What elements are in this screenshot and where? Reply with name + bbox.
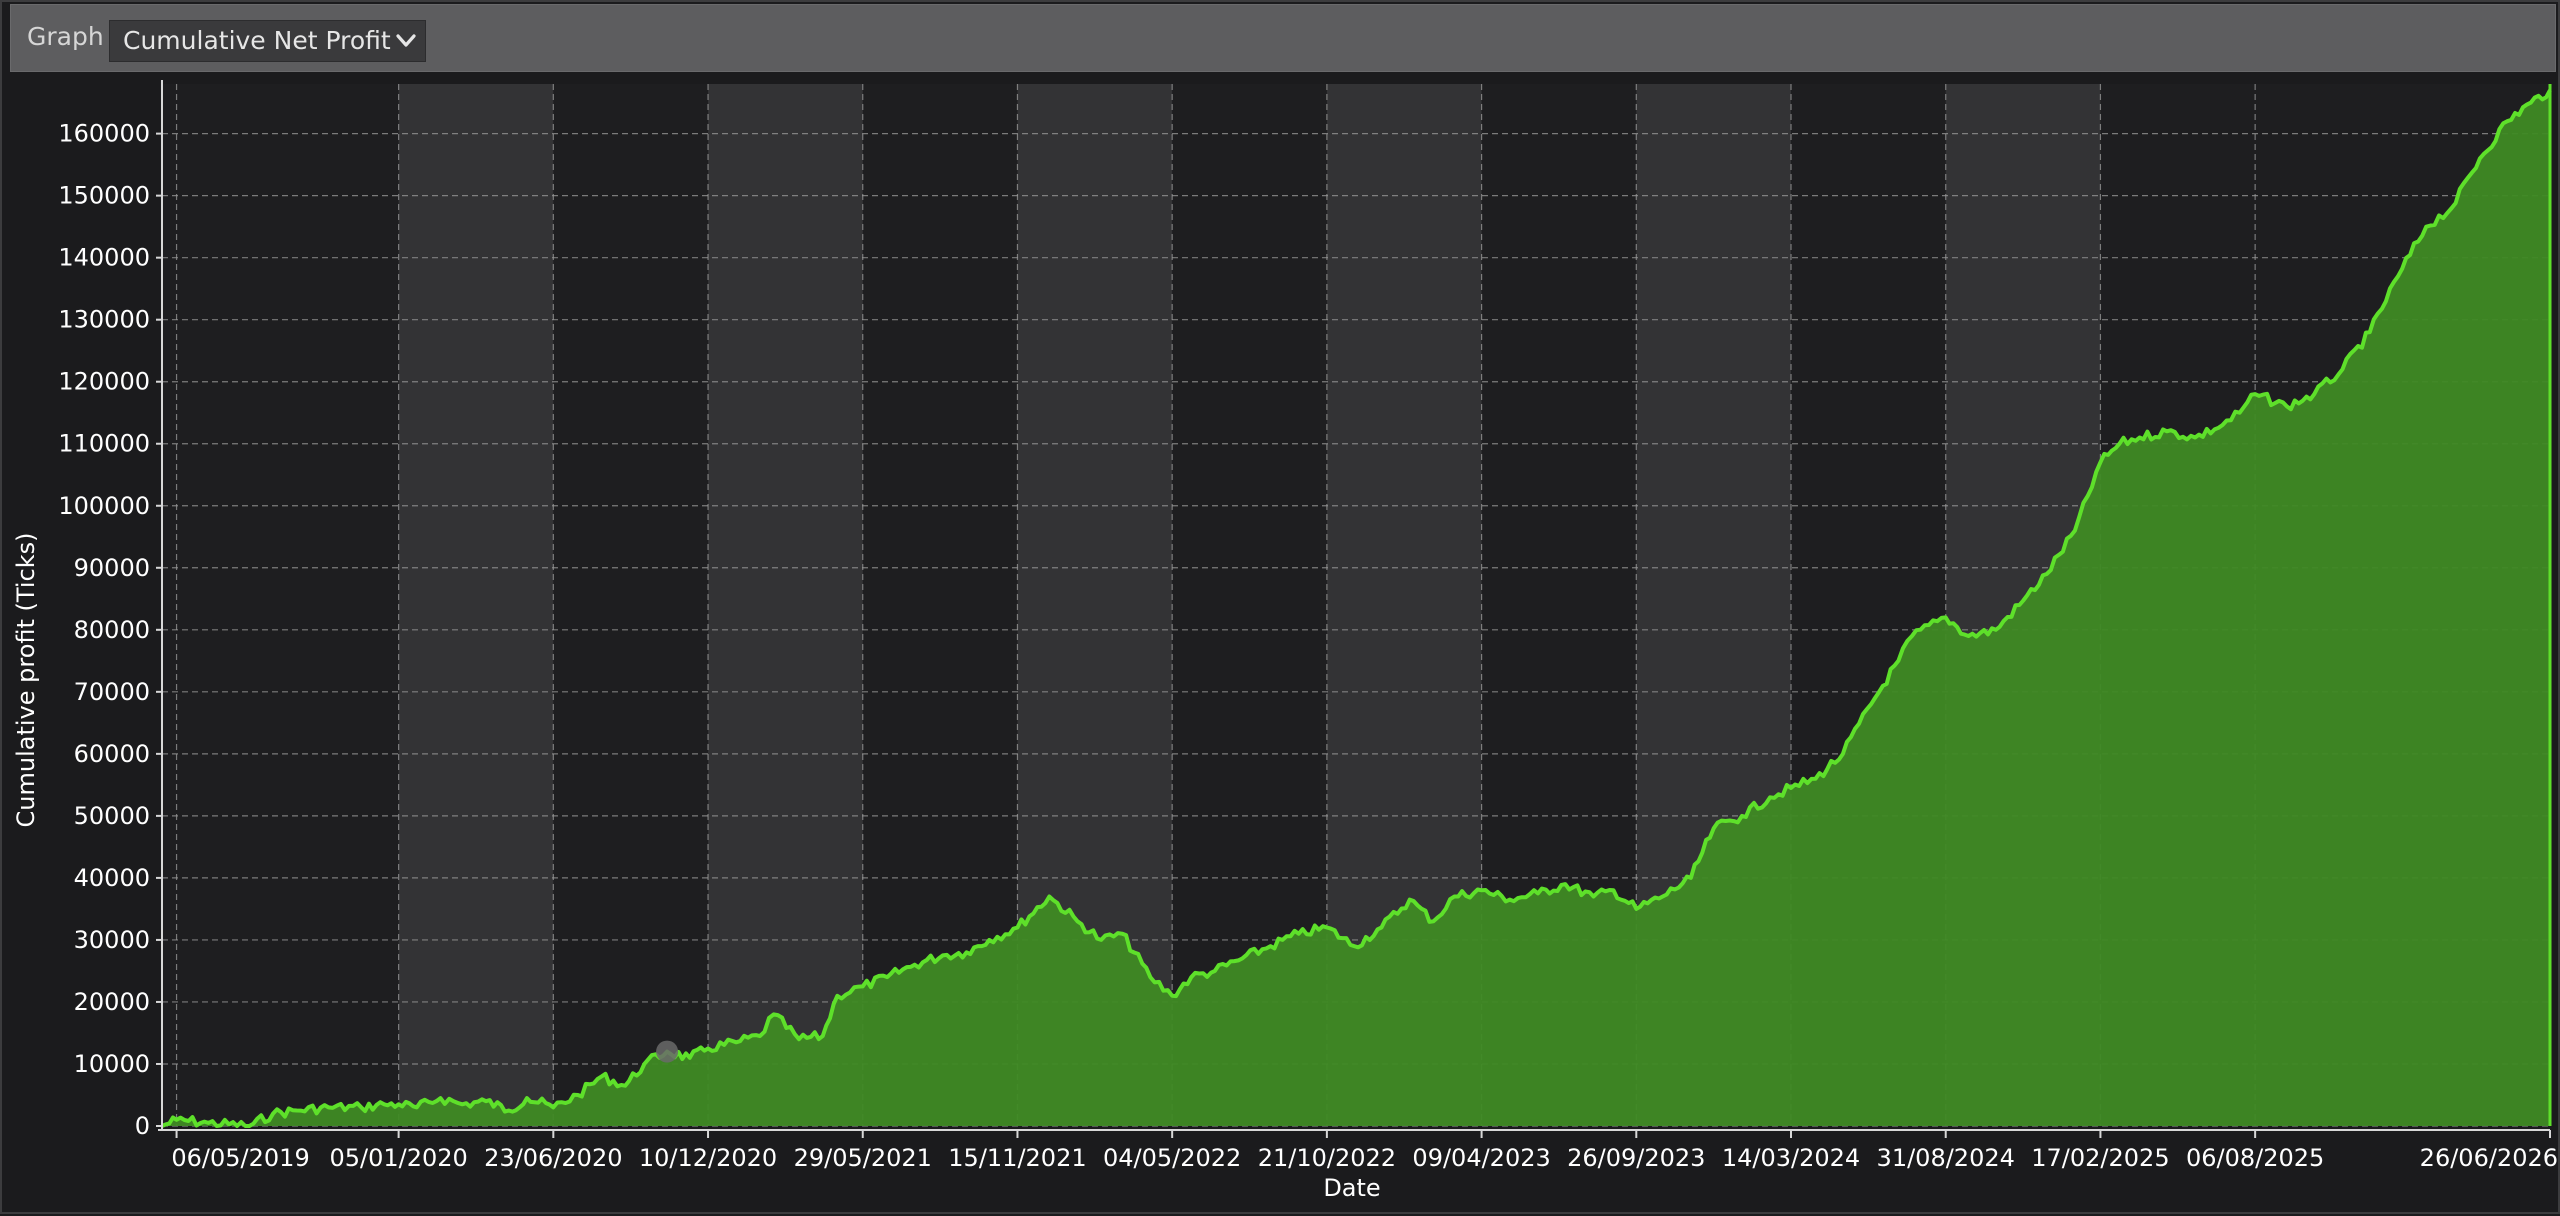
graph-label: Graph (27, 22, 104, 51)
x-tick-label: 31/08/2024 (1877, 1144, 2015, 1172)
x-tick-label: 06/08/2025 (2186, 1144, 2324, 1172)
y-tick-label: 50000 (74, 802, 150, 830)
y-tick-label: 60000 (74, 740, 150, 768)
y-tick-label: 20000 (74, 988, 150, 1016)
x-tick-label: 14/03/2024 (1722, 1144, 1860, 1172)
x-tick-label: 21/10/2022 (1258, 1144, 1396, 1172)
y-tick-label: 100000 (58, 492, 150, 520)
x-tick-label: 23/06/2020 (484, 1144, 622, 1172)
hover-marker[interactable] (656, 1040, 679, 1063)
y-tick-labels: 0 10000 20000 30000 40000 50000 60000 70000 8000… (58, 120, 162, 1140)
cumulative-profit-chart: 0 10000 20000 30000 40000 50000 60000 70000 8000… (12, 80, 2558, 1202)
x-tick-labels: 06/05/2019 05/01/2020 23/06/2020 10/12/2020… (171, 1130, 2558, 1172)
y-tick-label: 140000 (58, 244, 150, 272)
y-tick-label: 80000 (74, 616, 150, 644)
y-tick-label: 90000 (74, 554, 150, 582)
x-tick-label: 29/05/2021 (794, 1144, 932, 1172)
y-tick-label: 150000 (58, 182, 150, 210)
y-tick-label: 10000 (74, 1050, 150, 1078)
x-tick-label: 10/12/2020 (639, 1144, 777, 1172)
x-tick-label: 06/05/2019 (171, 1144, 309, 1172)
x-tick-label: 05/01/2020 (329, 1144, 467, 1172)
chart-area: 0 10000 20000 30000 40000 50000 60000 70000 8000… (2, 74, 2558, 1212)
y-tick-label: 160000 (58, 120, 150, 148)
x-tick-label: 09/04/2023 (1412, 1144, 1550, 1172)
plot-band (708, 84, 863, 1126)
x-tick-label: 26/06/2026 (2420, 1144, 2558, 1172)
y-axis-label: Cumulative profit (Ticks) (12, 533, 40, 828)
y-tick-label: 110000 (58, 430, 150, 458)
y-tick-label: 40000 (74, 864, 150, 892)
graph-type-dropdown[interactable]: Cumulative Net Profit (109, 20, 426, 62)
graph-type-selected: Cumulative Net Profit (123, 26, 391, 55)
y-tick-label: 130000 (58, 306, 150, 334)
x-axis-label: Date (1323, 1174, 1380, 1202)
graph-window: Graph Cumulative Net Profit 0 10000 20000 3… (0, 0, 2560, 1214)
x-tick-label: 15/11/2021 (948, 1144, 1086, 1172)
y-tick-label: 30000 (74, 926, 150, 954)
x-tick-label: 26/09/2023 (1567, 1144, 1705, 1172)
plot-band (398, 84, 554, 1126)
y-tick-label: 120000 (58, 368, 150, 396)
y-tick-label: 70000 (74, 678, 150, 706)
y-tick-label: 0 (135, 1112, 150, 1140)
chevron-down-icon (396, 34, 416, 47)
x-tick-label: 04/05/2022 (1103, 1144, 1241, 1172)
graph-toolbar: Graph Cumulative Net Profit (10, 4, 2556, 72)
x-tick-label: 17/02/2025 (2031, 1144, 2169, 1172)
